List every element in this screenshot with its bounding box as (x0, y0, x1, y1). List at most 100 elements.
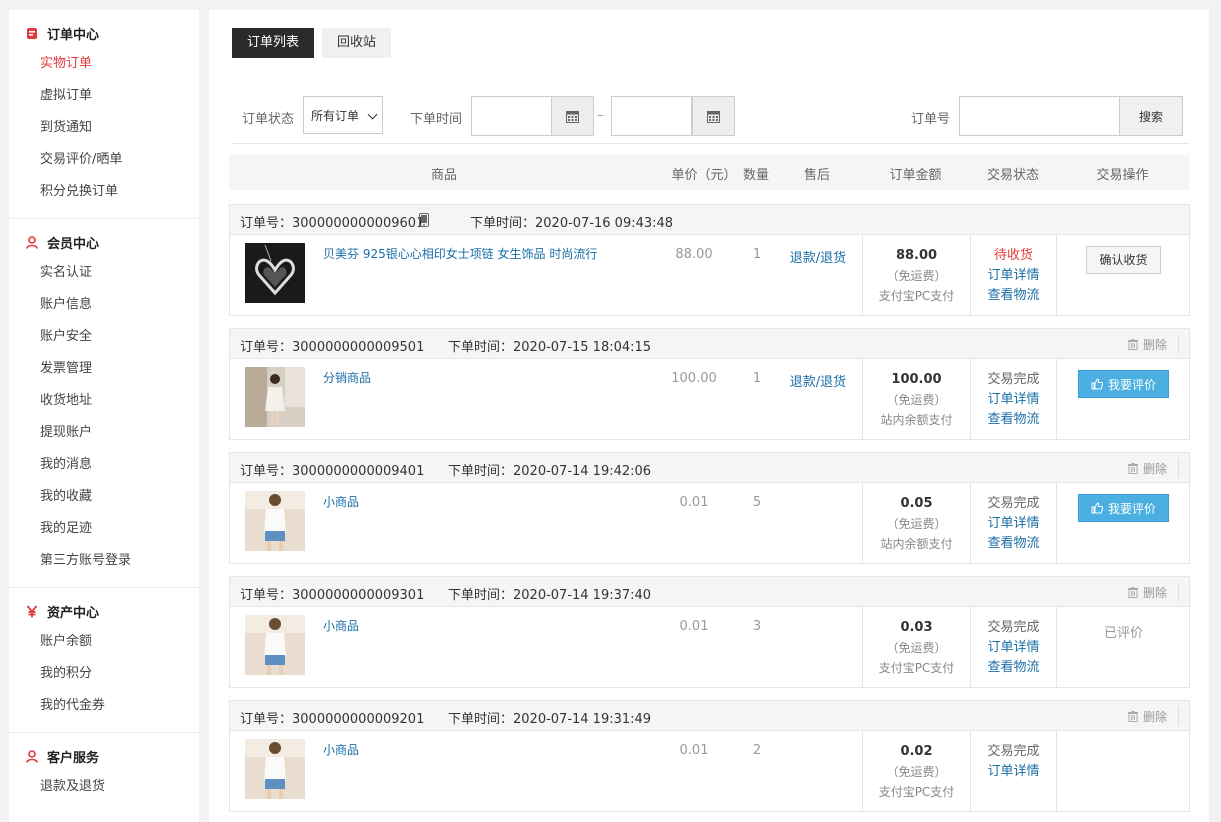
order-detail-link[interactable]: 订单详情 (971, 762, 1056, 782)
delete-order-button[interactable]: 删除 (1127, 706, 1180, 726)
order-amount: 88.00 (895, 248, 938, 263)
product-thumbnail[interactable] (245, 491, 305, 551)
product-thumbnail[interactable] (245, 615, 305, 675)
order-no-input[interactable] (959, 96, 1120, 136)
product-name-link[interactable]: 小商品 (323, 617, 643, 634)
sidebar-item-virtual-orders[interactable]: 虚拟订单 (9, 80, 199, 112)
tab-recycle-bin[interactable]: 回收站 (322, 28, 392, 58)
sidebar-item-vouchers[interactable]: 我的代金券 (9, 690, 199, 722)
end-date-input[interactable] (611, 96, 692, 136)
order-operation-cell: 我要评价 (1057, 483, 1190, 563)
freight-note: （免运费） (886, 269, 947, 283)
product-thumbnail[interactable] (245, 367, 305, 427)
status-badge: 交易完成 (987, 744, 1040, 759)
sidebar-item-balance[interactable]: 账户余额 (9, 626, 199, 658)
order-amount-cell: 0.02 （免运费） 支付宝PC支付 (862, 731, 971, 811)
payment-method: 支付宝PC支付 (878, 289, 955, 303)
order-amount-cell: 88.00 （免运费） 支付宝PC支付 (862, 235, 971, 315)
write-review-button[interactable]: 我要评价 (1077, 494, 1169, 522)
reviewed-label: 已评价 (1103, 626, 1143, 641)
sidebar-item-footprints[interactable]: 我的足迹 (9, 513, 199, 545)
sidebar-item-points-orders[interactable]: 积分兑换订单 (9, 176, 199, 208)
delete-order-button[interactable]: 删除 (1127, 582, 1180, 602)
order-detail-link[interactable]: 订单详情 (971, 638, 1056, 658)
product-name-link[interactable]: 小商品 (323, 741, 643, 758)
order-detail-link[interactable]: 订单详情 (971, 390, 1056, 410)
sidebar-item-reviews[interactable]: 交易评价/晒单 (9, 144, 199, 176)
logistics-link[interactable]: 查看物流 (971, 658, 1056, 678)
order-time: 下单时间：2020-07-14 19:42:06 (448, 464, 652, 479)
payment-method: 站内余额支付 (880, 413, 953, 427)
trash-icon (1127, 463, 1138, 474)
sidebar-group-order: 订单中心 实物订单 虚拟订单 到货通知 交易评价/晒单 积分兑换订单 (9, 10, 199, 219)
refund-link[interactable]: 退款/退货 (783, 371, 853, 390)
main-panel: 订单列表 回收站 订单状态 所有订单 下单时间 – 订单号 搜索 商品 单价（元… (209, 10, 1209, 822)
sidebar-item-account-info[interactable]: 账户信息 (9, 289, 199, 321)
service-icon (25, 749, 39, 763)
sidebar-item-address[interactable]: 收货地址 (9, 385, 199, 417)
logistics-link[interactable]: 查看物流 (971, 410, 1056, 430)
search-button[interactable]: 搜索 (1119, 96, 1183, 136)
status-badge: 交易完成 (987, 620, 1040, 635)
order-detail-link[interactable]: 订单详情 (971, 266, 1056, 286)
unit-price: 0.01 (679, 743, 709, 758)
order-time: 下单时间：2020-07-14 19:31:49 (448, 712, 652, 727)
sidebar-item-withdraw[interactable]: 提现账户 (9, 417, 199, 449)
sidebar-item-physical-orders[interactable]: 实物订单 (9, 48, 199, 80)
order-item: 小商品 0.01 2 0.02 （免运费） 支付宝PC支付 交易完成 订单详情 (230, 731, 1189, 811)
sidebar-item-realname[interactable]: 实名认证 (9, 257, 199, 289)
sidebar-item-refunds[interactable]: 退款及退货 (9, 771, 199, 803)
product-name-link[interactable]: 贝美芬 925银心心相印女士项链 女生饰品 时尚流行 (323, 245, 643, 262)
table-header: 商品 单价（元） 数量 售后 订单金额 交易状态 交易操作 (229, 155, 1189, 190)
sidebar-item-arrival-notice[interactable]: 到货通知 (9, 112, 199, 144)
order-number: 订单号：3000000000009301 (240, 588, 425, 603)
thumbs-up-icon (1091, 502, 1103, 514)
product-name-link[interactable]: 小商品 (323, 493, 643, 510)
sidebar-group-service: 客户服务 退款及退货 (9, 733, 199, 813)
order-time: 下单时间：2020-07-15 18:04:15 (448, 340, 652, 355)
start-calendar-button[interactable] (551, 96, 594, 136)
order-header: 订单号：3000000000009501 下单时间：2020-07-15 18:… (230, 329, 1189, 359)
start-date-input[interactable] (471, 96, 552, 136)
status-select[interactable]: 所有订单 (303, 96, 383, 134)
chevron-down-icon (367, 109, 378, 120)
status-badge: 待收货 (993, 248, 1033, 263)
sidebar-group-member: 会员中心 实名认证 账户信息 账户安全 发票管理 收货地址 提现账户 我的消息 … (9, 219, 199, 588)
sidebar-group-title: 客户服务 (9, 745, 199, 767)
write-review-button[interactable]: 我要评价 (1077, 370, 1169, 398)
refund-link[interactable]: 退款/退货 (783, 247, 853, 266)
order-card: 订单号：3000000000009301 下单时间：2020-07-14 19:… (229, 576, 1190, 688)
payment-method: 支付宝PC支付 (878, 661, 955, 675)
unit-price: 0.01 (679, 619, 709, 634)
order-status-cell: 交易完成 订单详情 查看物流 (971, 607, 1057, 687)
order-tabs: 订单列表 回收站 (232, 28, 399, 58)
logistics-link[interactable]: 查看物流 (971, 534, 1056, 554)
confirm-receipt-button[interactable]: 确认收货 (1086, 246, 1161, 274)
order-operation-cell: 已评价 (1057, 607, 1190, 687)
order-amount-cell: 100.00 （免运费） 站内余额支付 (862, 359, 971, 439)
order-amount: 0.03 (900, 620, 933, 635)
calendar-icon (707, 110, 720, 123)
sidebar-item-favorites[interactable]: 我的收藏 (9, 481, 199, 513)
unit-price: 0.01 (679, 495, 709, 510)
delete-order-button[interactable]: 删除 (1127, 334, 1180, 354)
product-thumbnail[interactable] (245, 243, 305, 303)
delete-order-button[interactable]: 删除 (1127, 458, 1180, 478)
col-operation: 交易操作 (1096, 168, 1149, 183)
quantity: 1 (752, 371, 762, 386)
order-time-label: 下单时间 (410, 112, 463, 127)
order-number: 订单号：3000000000009501 (240, 340, 425, 355)
sidebar-item-third-party[interactable]: 第三方账号登录 (9, 545, 199, 577)
product-name-link[interactable]: 分销商品 (323, 369, 643, 386)
sidebar-item-account-security[interactable]: 账户安全 (9, 321, 199, 353)
order-detail-link[interactable]: 订单详情 (971, 514, 1056, 534)
sidebar-item-invoice[interactable]: 发票管理 (9, 353, 199, 385)
order-item: 小商品 0.01 5 0.05 （免运费） 站内余额支付 交易完成 订单详情 查… (230, 483, 1189, 563)
sidebar-item-points[interactable]: 我的积分 (9, 658, 199, 690)
sidebar-group-title: 订单中心 (9, 22, 199, 44)
product-thumbnail[interactable] (245, 739, 305, 799)
sidebar-item-messages[interactable]: 我的消息 (9, 449, 199, 481)
end-calendar-button[interactable] (692, 96, 735, 136)
tab-order-list[interactable]: 订单列表 (232, 28, 315, 58)
logistics-link[interactable]: 查看物流 (971, 286, 1056, 306)
